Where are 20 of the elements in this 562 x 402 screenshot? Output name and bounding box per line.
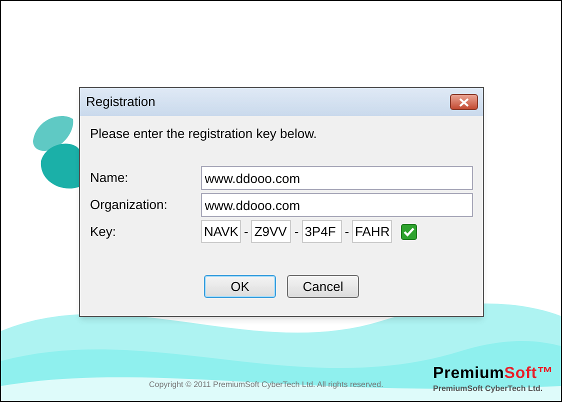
field-label: Name: <box>90 169 130 188</box>
key-input-field[interactable]: Z9VV <box>251 220 292 243</box>
window-title: Registration <box>86 93 156 112</box>
close-icon <box>459 98 469 106</box>
dialog-button[interactable]: OK <box>204 275 276 298</box>
brand-logo: PremiumSoft™ <box>433 365 554 383</box>
input-field[interactable]: www.ddooo.com <box>200 193 473 217</box>
key-separator: - <box>293 222 300 241</box>
field-label: Key: <box>90 222 118 241</box>
key-input-field[interactable]: NAVK <box>201 220 241 243</box>
key-separator: - <box>344 222 350 241</box>
dialog-button[interactable]: Cancel <box>287 275 359 298</box>
key-separator: - <box>243 222 250 241</box>
instruction-text: Please enter the registration key below. <box>90 125 318 143</box>
close-button[interactable] <box>450 94 478 110</box>
company-name: PremiumSoft CyberTech Ltd. <box>433 383 543 395</box>
field-label: Organization: <box>90 196 168 214</box>
key-input-field[interactable]: FAHR <box>352 220 392 243</box>
key-input-field[interactable]: 3P4F <box>302 220 342 243</box>
input-field[interactable]: www.ddooo.com <box>200 166 473 190</box>
